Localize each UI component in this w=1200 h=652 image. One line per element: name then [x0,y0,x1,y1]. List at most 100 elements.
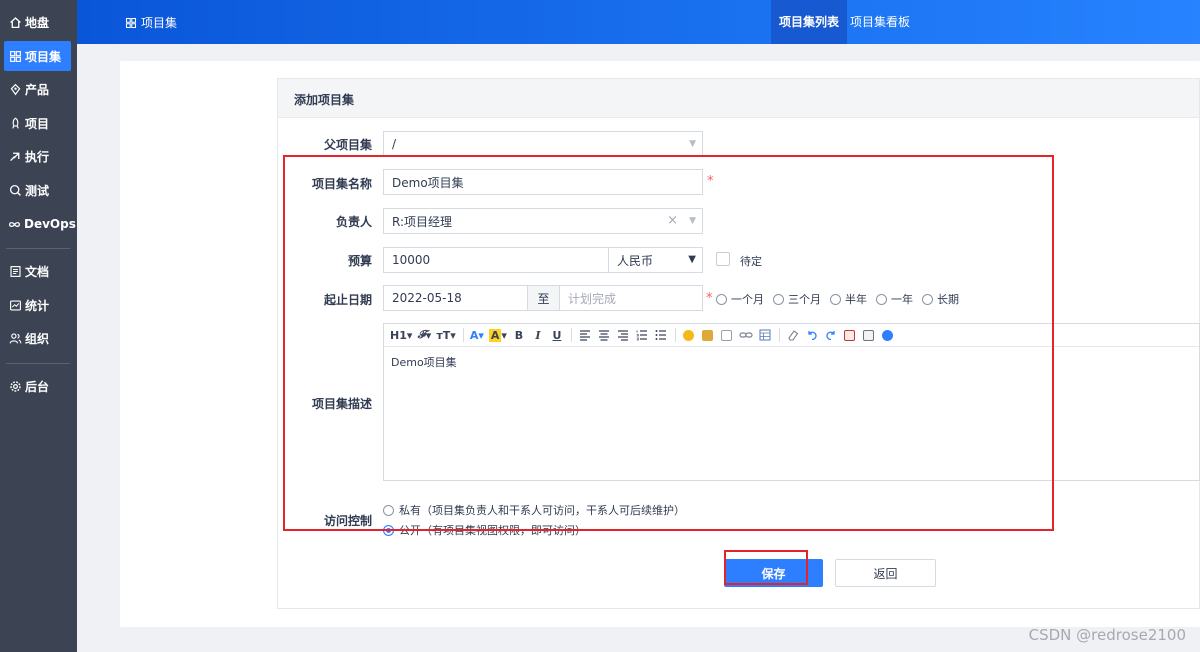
font-color-button[interactable]: A ▾ [470,327,484,343]
product-icon [8,82,22,96]
name-input[interactable]: Demo项目集 [383,169,703,195]
radio-button[interactable] [383,504,394,516]
watermark: CSDN @redrose2100 [1028,626,1186,644]
sidebar-item-dashboard[interactable]: 地盘 [4,7,71,37]
access-private-option[interactable]: 私有（项目集负责人和干系人可访问，干系人可后续维护） [383,502,685,518]
help-icon[interactable] [881,327,895,343]
template-icon[interactable] [843,327,857,343]
owner-label: 负责人 [335,215,372,229]
media-icon[interactable] [720,327,734,343]
owner-value: R:项目经理 [392,214,453,229]
ordered-list-icon[interactable] [635,327,649,343]
sidebar-item-admin[interactable]: 后台 [4,371,71,401]
editor-content[interactable]: Demo项目集 [384,347,1199,377]
toolbar-separator [462,328,464,342]
table-icon[interactable] [758,327,772,343]
description-label: 项目集描述 [311,397,372,411]
end-date-input[interactable]: 计划完成 [559,285,703,311]
end-date-placeholder: 计划完成 [568,291,617,306]
sidebar-item-product[interactable]: 产品 [4,74,71,104]
align-left-icon[interactable] [578,327,592,343]
save-button[interactable]: 保存 [724,559,823,587]
budget-input[interactable]: 10000 [383,247,609,273]
grid-icon [125,17,137,28]
quick-date-one-month[interactable]: 一个月 [716,291,764,307]
heading-button[interactable]: H1 ▾ [390,327,412,343]
parent-value: / [392,137,397,151]
sidebar: 地盘 项目集 产品 项目 执行 测试 DevOps 文档 统计 组织 后台 [0,0,77,652]
toolbar-separator [778,328,780,342]
emoji-icon[interactable] [682,327,696,343]
grid-icon [8,49,22,63]
parent-label: 父项目集 [323,138,372,152]
parent-select[interactable]: / ▼ [383,131,703,157]
sidebar-item-doc[interactable]: 文档 [4,256,71,286]
begin-date-value: 2022-05-18 [392,291,462,305]
quick-date-three-months[interactable]: 三个月 [773,291,821,307]
currency-value: 人民币 [617,253,654,268]
bullet-list-icon[interactable] [654,327,668,343]
sidebar-item-label: 统计 [25,298,50,313]
name-label: 项目集名称 [311,177,372,191]
link-icon[interactable] [739,327,753,343]
radio-button-checked[interactable] [383,524,394,536]
quick-date-half-year[interactable]: 半年 [830,291,867,307]
tab-program-kanban[interactable]: 项目集看板 [842,0,918,44]
tab-program-list[interactable]: 项目集列表 [771,0,848,44]
access-public-option[interactable]: 公开（有项目集视图权限，即可访问） [383,522,586,538]
paste-icon[interactable] [862,327,876,343]
date-separator: 至 [527,285,560,311]
budget-label: 预算 [347,254,372,268]
redo-icon[interactable] [824,327,838,343]
sidebar-item-devops[interactable]: DevOps [4,209,76,239]
pending-checkbox[interactable] [716,252,730,266]
sidebar-item-label: 项目 [25,116,50,131]
font-family-button[interactable]: 𝓕 ▾ [417,327,432,343]
editor-toolbar: H1 ▾ 𝓕 ▾ ᴛT ▾ A ▾ A ▾ B I U [384,324,1199,347]
highlight-button[interactable]: A ▾ [488,327,507,343]
chevron-down-icon: ▼ [688,254,696,265]
undo-icon[interactable] [805,327,819,343]
align-center-icon[interactable] [597,327,611,343]
sidebar-item-test[interactable]: 测试 [4,175,71,205]
quick-date-one-year[interactable]: 一年 [876,291,913,307]
sidebar-item-project[interactable]: 项目 [4,108,71,138]
sidebar-item-label: DevOps [24,217,76,231]
currency-select[interactable]: 人民币 ▼ [608,247,703,273]
sidebar-divider [6,363,70,364]
clear-icon[interactable]: × [667,213,678,228]
infinity-icon [8,217,21,231]
radio-button[interactable] [830,293,841,305]
gear-icon [8,379,22,393]
breadcrumb[interactable]: 项目集 [125,14,177,31]
rich-text-editor[interactable]: H1 ▾ 𝓕 ▾ ᴛT ▾ A ▾ A ▾ B I U Demo项目集 [383,323,1200,481]
budget-value: 10000 [392,253,431,267]
bold-button[interactable]: B [512,327,526,343]
underline-button[interactable]: U [550,327,564,343]
image-icon[interactable] [701,327,715,343]
project-icon [8,116,22,130]
execution-icon [8,149,22,163]
font-size-button[interactable]: ᴛT ▾ [436,327,455,343]
radio-button[interactable] [716,293,727,305]
back-button[interactable]: 返回 [835,559,936,587]
sidebar-item-organization[interactable]: 组织 [4,323,71,353]
sidebar-item-program[interactable]: 项目集 [4,41,71,71]
eraser-icon[interactable] [786,327,800,343]
sidebar-item-label: 后台 [25,379,50,394]
begin-date-input[interactable]: 2022-05-18 [383,285,528,311]
people-icon [8,331,22,345]
sidebar-item-report[interactable]: 统计 [4,290,71,320]
radio-button[interactable] [773,293,784,305]
test-icon [8,183,22,197]
owner-select[interactable]: R:项目经理 × ▼ [383,208,703,234]
access-label: 访问控制 [323,514,372,528]
radio-button[interactable] [922,293,933,305]
sidebar-item-execution[interactable]: 执行 [4,141,71,171]
sidebar-item-label: 项目集 [25,49,62,64]
quick-date-long-term[interactable]: 长期 [922,291,959,307]
align-right-icon[interactable] [616,327,630,343]
chevron-down-icon: ▼ [689,139,696,149]
italic-button[interactable]: I [531,327,545,343]
radio-button[interactable] [876,293,887,305]
